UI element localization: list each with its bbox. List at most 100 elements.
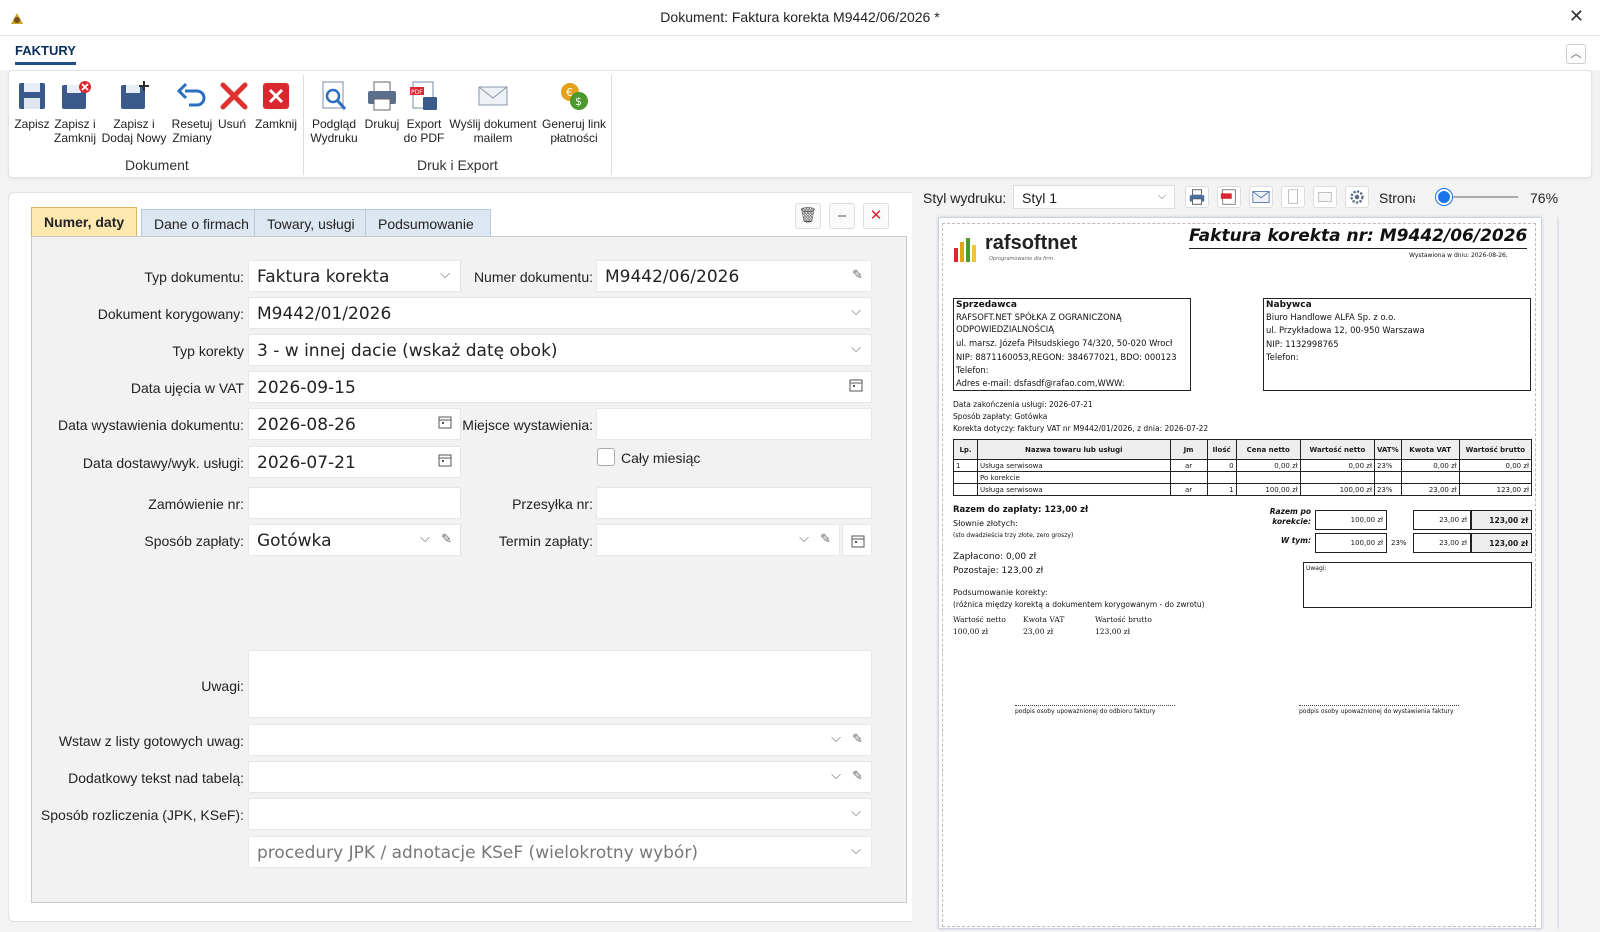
preview-settings-button[interactable] [1345, 186, 1369, 208]
window-close-icon[interactable]: ✕ [1569, 6, 1584, 27]
reset-changes-button[interactable]: Resetuj Zmiany [171, 79, 213, 145]
tab-towary-uslugi[interactable]: Towary, usługi [254, 209, 368, 236]
table-row: Po korekcie [952, 471, 1533, 484]
zoom-value: 76% [1530, 190, 1559, 206]
print-button[interactable]: Drukuj [363, 79, 401, 131]
podsumowanie-korekty-note: (różnica między korektą a dokumentem kor… [953, 600, 1205, 609]
pencil-icon[interactable]: ✎ [820, 532, 831, 547]
preview-mail2-button[interactable] [1313, 186, 1337, 208]
table-header: Ilość [1206, 439, 1237, 460]
document-icon [1288, 189, 1298, 204]
sposob-zaplaty-select[interactable]: Gotówka ⌵ ✎ [248, 524, 461, 556]
cell: 0,00 zł [1235, 459, 1301, 472]
style-select[interactable]: Styl 1 ⌵ [1013, 185, 1175, 209]
calendar-icon [851, 535, 865, 548]
cell: 1 [1206, 483, 1237, 496]
pencil-icon[interactable]: ✎ [441, 532, 452, 547]
preview-export-button[interactable] [1281, 186, 1305, 208]
tab-numer-daty[interactable]: Numer, daty [31, 207, 138, 237]
tab-dane-o-firmach[interactable]: Dane o firmach [141, 209, 262, 236]
signature-line [1015, 705, 1175, 706]
przesylka-label: Przesyłka nr: [512, 496, 593, 512]
pencil-icon[interactable]: ✎ [852, 268, 863, 283]
numer-dokumentu-field[interactable]: M9442/06/2026 ✎ [596, 260, 872, 292]
uwagi-label: Uwagi: [201, 678, 244, 694]
sposob-zaplaty-label: Sposób zapłaty: [144, 533, 244, 549]
close-panel-icon[interactable]: ✕ [863, 203, 889, 229]
termin-zaplaty-select[interactable]: ⌵ ✎ [596, 524, 840, 556]
typ-korekty-value: 3 - w innej dacie (wskaż datę obok) [257, 341, 558, 361]
gotowe-uwagi-select[interactable]: ⌵ ✎ [248, 724, 872, 756]
data-dostawy-field[interactable]: 2026-07-21 [248, 446, 461, 478]
calendar-icon[interactable] [849, 378, 863, 392]
cell: Usługa serwisowa [977, 459, 1171, 472]
przesylka-field[interactable] [596, 487, 872, 519]
dokument-korygowany-select[interactable]: M9442/01/2026 ⌵ [248, 297, 872, 329]
table-header: Wartość brutto [1458, 439, 1533, 460]
sposob-rozliczenia-select[interactable]: ⌵ [248, 798, 872, 830]
buyer-line: Telefon: [1266, 352, 1299, 362]
title-bar: Dokument: Faktura korekta M9442/06/2026 … [0, 0, 1600, 36]
zoom-slider-handle[interactable] [1436, 189, 1452, 205]
preview-print-button[interactable] [1185, 186, 1209, 208]
cell: 0,00 zł [1458, 459, 1533, 472]
typ-korekty-select[interactable]: 3 - w innej dacie (wskaż datę obok) ⌵ [248, 334, 872, 366]
calendar-icon[interactable] [438, 453, 452, 467]
table-header: Nazwa towaru lub usługi [977, 439, 1171, 460]
data-wystawienia-field[interactable]: 2026-08-26 [248, 408, 461, 440]
table-row: Usługa serwisowa ar 1 100,00 zł 100,00 zł 23%… [952, 483, 1533, 496]
group-separator [303, 75, 304, 175]
buyer-line: Biuro Handlowe ALFA Sp. z o.o. [1266, 312, 1396, 322]
w-tym-vat-rate: 23% [1391, 539, 1407, 547]
cell [1400, 471, 1460, 484]
preview-pdf-button[interactable] [1217, 186, 1241, 208]
w-tym-netto: 100,00 zł [1315, 533, 1387, 553]
zamowienie-field[interactable] [248, 487, 461, 519]
termin-calendar-button[interactable] [842, 524, 872, 556]
preview-scrollbar[interactable] [1552, 217, 1564, 929]
cell: Po korekcie [977, 471, 1171, 484]
calendar-icon[interactable] [438, 415, 452, 429]
payment-link-button[interactable]: € $ Generuj link płatności [541, 79, 607, 145]
close-button[interactable]: Zamknij [253, 79, 299, 131]
preview-mail-button[interactable] [1249, 186, 1273, 208]
table-header: Cena netto [1235, 439, 1301, 460]
caly-miesiac-checkbox[interactable] [597, 448, 615, 466]
procedury-jpk-select[interactable]: procedury JPK / adnotacje KSeF (wielokro… [248, 836, 872, 868]
pencil-icon[interactable]: ✎ [852, 732, 863, 747]
chevron-down-icon: ⌵ [1157, 190, 1166, 202]
data-wystawienia-value: 2026-08-26 [257, 415, 356, 435]
ribbon-tab-faktury[interactable]: FAKTURY [15, 43, 76, 65]
data-ujecia-field[interactable]: 2026-09-15 [248, 371, 872, 403]
minimize-icon[interactable]: – [829, 203, 855, 229]
delete-button[interactable]: Usuń [217, 79, 248, 131]
trash-icon[interactable]: 🗑 [795, 203, 821, 229]
send-mail-button[interactable]: Wyślij dokument mailem [447, 79, 539, 145]
uwagi-textarea[interactable] [248, 650, 872, 718]
info-line: Data zakończenia usługi: 2026-07-21 [953, 400, 1093, 409]
numer-dokumentu-value: M9442/06/2026 [605, 267, 740, 287]
save-new-button[interactable]: Zapisz i Dodaj Nowy [101, 79, 167, 145]
window-title: Dokument: Faktura korekta M9442/06/2026 … [660, 9, 940, 25]
save-button[interactable]: Zapisz [13, 79, 51, 131]
tab-podsumowanie[interactable]: Podsumowanie [365, 209, 491, 236]
chevron-down-icon: ⌵ [799, 531, 809, 546]
dokument-korygowany-label: Dokument korygowany: [97, 306, 244, 322]
diff-value: 123,00 zł [1095, 627, 1131, 636]
miejsce-wystawienia-field[interactable] [596, 408, 872, 440]
typ-dokumentu-select[interactable]: Faktura korekta ⌵ [248, 260, 461, 292]
sposob-rozliczenia-label: Sposób rozliczenia (JPK, KSeF): [40, 807, 244, 823]
export-pdf-button[interactable]: PDF Export do PDF [403, 79, 445, 145]
tekst-nad-tabela-select[interactable]: ⌵ ✎ [248, 761, 872, 793]
payment-link-icon: €$ [561, 83, 588, 110]
info-line: Sposób zapłaty: Gotówka [953, 412, 1048, 421]
save-close-button[interactable]: Zapisz i Zamknij [53, 79, 97, 145]
logo-text: rafsoftnet [985, 232, 1078, 254]
pencil-icon[interactable]: ✎ [852, 769, 863, 784]
termin-zaplaty-label: Termin zapłaty: [498, 533, 593, 549]
buyer-box: Nabywca Biuro Handlowe ALFA Sp. z o.o. u… [1263, 298, 1531, 391]
razem-do-zaplaty: Razem do zapłaty: 123,00 zł [953, 505, 1089, 515]
ribbon-collapse-icon[interactable]: ︿ [1566, 44, 1586, 64]
info-line: Korekta dotyczy: faktury VAT nr M9442/01… [953, 424, 1209, 433]
print-preview-button[interactable]: Podgląd Wydruku [309, 79, 359, 145]
